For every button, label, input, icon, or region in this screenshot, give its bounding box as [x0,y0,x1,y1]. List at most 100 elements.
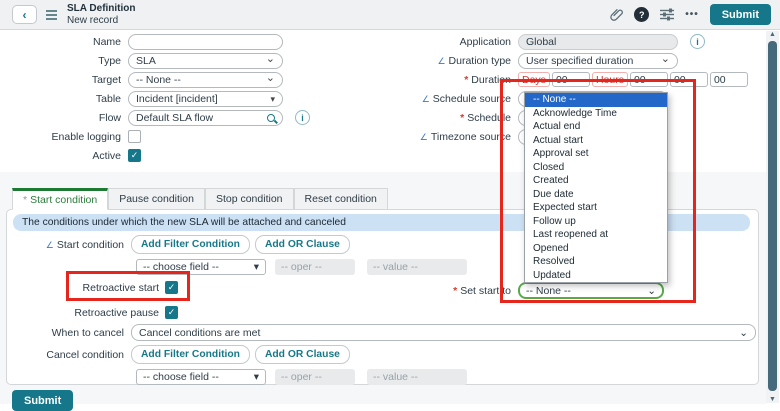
duration-hours-input[interactable]: 00 [629,72,668,87]
dropdown-option[interactable]: Resolved [525,255,667,269]
application-info-icon[interactable]: i [690,34,705,49]
dropdown-option[interactable]: Expected start [525,201,667,215]
required-icon: * [460,111,465,124]
field-indicator-icon: ∠ [45,239,54,250]
duration-days-input[interactable]: 00 [551,72,590,87]
duration-type-label: ∠ Duration type [437,54,511,67]
chevron-down-icon: ⌄ [647,284,656,297]
scrollbar-thumb[interactable] [768,41,777,391]
retroactive-pause-checkbox[interactable]: ✓ [165,306,178,319]
dropdown-option[interactable]: Due date [525,188,667,202]
when-to-cancel-select[interactable]: Cancel conditions are met ⌄ [131,324,756,341]
dropdown-option[interactable]: Acknowledge Time [525,107,667,121]
application-field: Global [518,33,678,50]
back-icon: ‹ [22,7,27,22]
chevron-down-icon: ⌄ [739,326,748,339]
retroactive-start-label: Retroactive start [82,281,159,294]
set-start-to-dropdown: -- None -- Acknowledge Time Actual end A… [524,92,668,283]
tab-pause-condition[interactable]: Pause condition [108,188,205,210]
add-or-clause-button[interactable]: Add OR Clause [254,345,350,364]
duration-field: Days 00 Hours 00 00 00 [518,72,748,87]
scroll-down-icon[interactable]: ▼ [766,396,779,403]
operator-field: -- oper -- [275,368,355,385]
dropdown-option[interactable]: Created [525,174,667,188]
record-title: SLA Definition New record [67,3,136,27]
duration-minutes-input[interactable]: 00 [669,72,708,87]
active-checkbox[interactable]: ✓ [128,149,141,162]
duration-type-select[interactable]: User specified duration ⌄ [518,52,678,69]
tab-start-condition[interactable]: * Start condition [12,188,109,210]
scroll-up-icon[interactable]: ▲ [766,31,779,38]
operator-field: -- oper -- [275,258,355,275]
start-condition-label: ∠ Start condition [45,238,124,251]
retroactive-pause-label: Retroactive pause [74,306,159,319]
dropdown-option[interactable]: Follow up [525,215,667,229]
check-icon: ✓ [167,282,176,292]
value-field: -- value -- [367,368,467,385]
type-select[interactable]: SLA ⌄ [128,52,283,69]
table-label: Table [95,92,121,105]
submit-button-header[interactable]: Submit [709,4,771,25]
more-options-icon[interactable]: ••• [685,9,699,20]
field-indicator-icon: ∠ [419,131,428,142]
set-start-to-label: * Set start to [453,284,511,297]
name-input[interactable] [136,35,275,48]
field-indicator-icon: ∠ [437,55,446,66]
add-filter-condition-button[interactable]: Add Filter Condition [131,345,250,364]
dropdown-option[interactable]: Opened [525,242,667,256]
tab-reset-condition[interactable]: Reset condition [293,188,388,210]
duration-seconds-input[interactable]: 00 [709,72,748,87]
form-header: ‹ SLA Definition New record ? ••• Submit [0,0,780,30]
page-subtitle: New record [67,14,119,26]
when-to-cancel-label: When to cancel [51,326,124,339]
target-label: Target [91,73,121,86]
context-menu-icon[interactable] [46,9,57,20]
name-label: Name [92,35,121,48]
required-icon: * [464,73,469,86]
dropdown-option[interactable]: Last reopened at [525,228,667,242]
dropdown-option[interactable]: Closed [525,161,667,175]
personalize-form-icon[interactable] [660,8,675,21]
dropdown-option[interactable]: Actual start [525,134,667,148]
help-icon[interactable]: ? [634,7,650,22]
add-or-clause-button[interactable]: Add OR Clause [254,235,350,254]
submit-button-footer[interactable]: Submit [12,390,74,411]
choose-field-select[interactable]: -- choose field -- ▾ [136,368,266,385]
check-icon: ✓ [167,307,176,317]
dropdown-option[interactable]: -- None -- [525,93,667,107]
dropdown-option[interactable]: Approval set [525,147,667,161]
set-start-to-select[interactable]: -- None -- ⌄ [518,282,664,299]
dropdown-option[interactable]: Updated [525,269,667,283]
attachment-icon[interactable] [610,7,624,22]
set-start-to-row: * Set start to -- None -- ⌄ [390,282,664,299]
timezone-source-label: ∠ Timezone source [419,130,511,143]
schedule-label: * Schedule [460,111,511,124]
search-icon[interactable] [267,113,275,122]
duration-days-label: Days [518,72,550,87]
cancel-condition-label: Cancel condition [46,348,124,361]
add-filter-condition-button[interactable]: Add Filter Condition [131,235,250,254]
retroactive-start-checkbox[interactable]: ✓ [165,281,178,294]
schedule-source-label: ∠ Schedule source [421,92,511,105]
table-select[interactable]: Incident [incident] ▾ [128,90,283,107]
tab-stop-condition[interactable]: Stop condition [204,188,294,210]
application-label: Application [459,35,511,48]
enable-logging-checkbox[interactable] [128,130,141,143]
dropdown-option[interactable]: Actual end [525,120,667,134]
name-field[interactable] [128,33,283,50]
required-icon: * [453,284,458,297]
triangle-down-icon: ▾ [253,370,259,383]
field-indicator-icon: ∠ [421,93,430,104]
active-label: Active [92,149,121,162]
page-title: SLA Definition [67,2,136,14]
choose-field-select[interactable]: -- choose field -- ▾ [136,258,266,275]
target-select[interactable]: -- None -- ⌄ [128,71,283,88]
flow-label: Flow [98,111,121,124]
type-label: Type [98,54,121,67]
flow-field[interactable]: Default SLA flow [128,109,283,126]
form-column-left: Name Type SLA ⌄ Target -- None -- ⌄ Table … [0,32,390,165]
duration-label: * Duration [464,73,511,86]
vertical-scrollbar[interactable]: ▲ ▼ [766,31,779,403]
back-button[interactable]: ‹ [12,5,37,24]
flow-info-icon[interactable]: i [295,110,310,125]
